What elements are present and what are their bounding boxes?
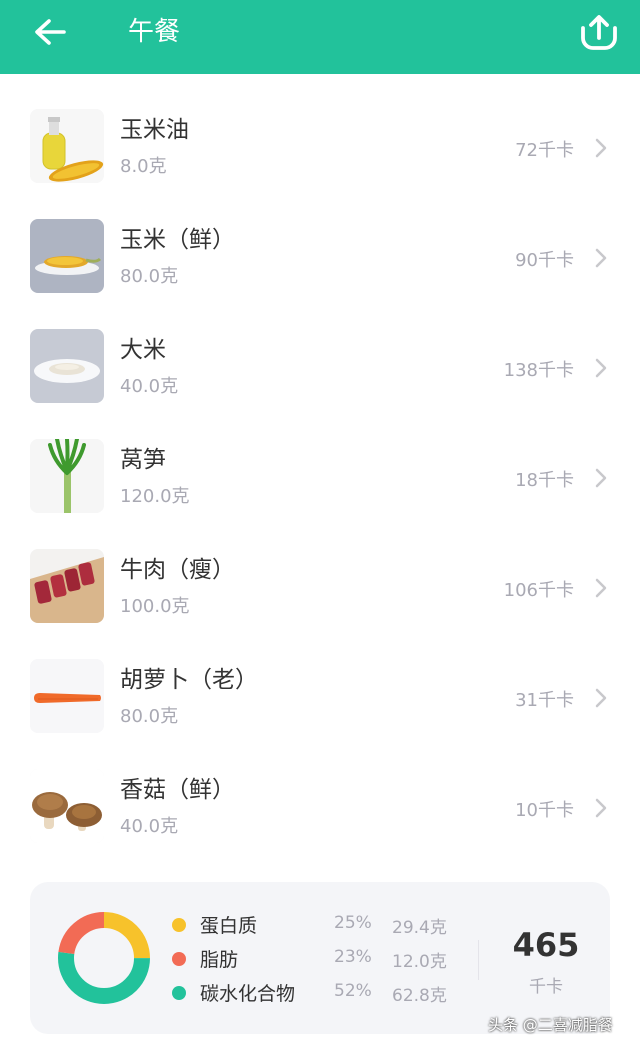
food-item[interactable]: 大米 40.0克 138千卡 — [0, 312, 640, 422]
food-item[interactable]: 玉米油 8.0克 72千卡 — [0, 92, 640, 202]
rice-icon — [30, 329, 104, 403]
food-calories: 10千卡 — [515, 800, 574, 821]
carrot-icon — [30, 659, 104, 733]
food-name: 胡萝卜（老） — [120, 667, 258, 693]
chevron-right-icon — [595, 688, 607, 708]
mushroom-icon — [30, 769, 104, 843]
food-name: 大米 — [120, 337, 166, 363]
food-name: 莴笋 — [120, 447, 166, 473]
food-calories: 138千卡 — [503, 360, 574, 381]
food-amount: 40.0克 — [120, 376, 179, 397]
corn-icon — [30, 219, 104, 293]
food-list: 玉米油 8.0克 72千卡 玉米（鲜） 80.0克 90千卡 大米 40.0克 … — [0, 92, 640, 862]
macro-row-fat: 脂肪 23% 12.0克 — [170, 944, 490, 978]
back-button[interactable] — [30, 13, 70, 53]
total-calories: 465 — [512, 926, 580, 964]
beef-icon — [30, 549, 104, 623]
total-calories-unit: 千卡 — [529, 977, 563, 997]
protein-color-dot — [172, 918, 186, 932]
food-item[interactable]: 牛肉（瘦） 100.0克 106千卡 — [0, 532, 640, 642]
food-amount: 100.0克 — [120, 596, 190, 617]
lettuce-stem-icon — [30, 439, 104, 513]
chevron-right-icon — [595, 798, 607, 818]
food-name: 香菇（鲜） — [120, 777, 235, 803]
macro-row-protein: 蛋白质 25% 29.4克 — [170, 910, 490, 944]
fat-color-dot — [172, 952, 186, 966]
corn-oil-icon — [30, 109, 104, 183]
chevron-right-icon — [595, 578, 607, 598]
macro-legend: 蛋白质 25% 29.4克 脂肪 23% 12.0克 碳水化合物 52% 62.… — [170, 910, 490, 1012]
food-name: 玉米（鲜） — [120, 227, 235, 253]
chevron-right-icon — [595, 468, 607, 488]
food-amount: 80.0克 — [120, 706, 179, 727]
food-calories: 72千卡 — [515, 140, 574, 161]
food-calories: 90千卡 — [515, 250, 574, 271]
chevron-right-icon — [595, 138, 607, 158]
macro-grams: 12.0克 — [392, 952, 447, 972]
food-amount: 40.0克 — [120, 816, 179, 837]
watermark: 头条 @二喜减脂餐 — [488, 1016, 613, 1034]
macro-percent: 25% — [334, 913, 372, 933]
food-calories: 106千卡 — [503, 580, 574, 601]
chevron-right-icon — [595, 358, 607, 378]
food-name: 玉米油 — [120, 117, 189, 143]
food-amount: 120.0克 — [120, 486, 190, 507]
top-bar: 午餐 — [0, 0, 640, 74]
macro-name: 蛋白质 — [200, 915, 258, 937]
summary-divider — [478, 940, 479, 980]
arrow-left-icon — [35, 19, 66, 45]
macro-grams: 62.8克 — [392, 986, 447, 1006]
macro-name: 脂肪 — [200, 949, 239, 971]
food-name: 牛肉（瘦） — [120, 557, 235, 583]
nutrition-summary: 蛋白质 25% 29.4克 脂肪 23% 12.0克 碳水化合物 52% 62.… — [30, 882, 610, 1034]
macro-row-carbs: 碳水化合物 52% 62.8克 — [170, 978, 490, 1012]
carbs-color-dot — [172, 986, 186, 1000]
chevron-right-icon — [595, 248, 607, 268]
page-title: 午餐 — [128, 17, 181, 47]
macro-donut-chart — [58, 912, 150, 1004]
macro-name: 碳水化合物 — [200, 983, 296, 1005]
macro-percent: 52% — [334, 981, 372, 1001]
food-item[interactable]: 香菇（鲜） 40.0克 10千卡 — [0, 752, 640, 862]
macro-grams: 29.4克 — [392, 918, 447, 938]
food-item[interactable]: 玉米（鲜） 80.0克 90千卡 — [0, 202, 640, 312]
share-upload-icon — [581, 15, 617, 50]
food-calories: 31千卡 — [515, 690, 574, 711]
food-amount: 80.0克 — [120, 266, 179, 287]
food-calories: 18千卡 — [515, 470, 574, 491]
food-amount: 8.0克 — [120, 156, 167, 177]
food-item[interactable]: 莴笋 120.0克 18千卡 — [0, 422, 640, 532]
share-button[interactable] — [576, 10, 622, 56]
food-item[interactable]: 胡萝卜（老） 80.0克 31千卡 — [0, 642, 640, 752]
macro-percent: 23% — [334, 947, 372, 967]
